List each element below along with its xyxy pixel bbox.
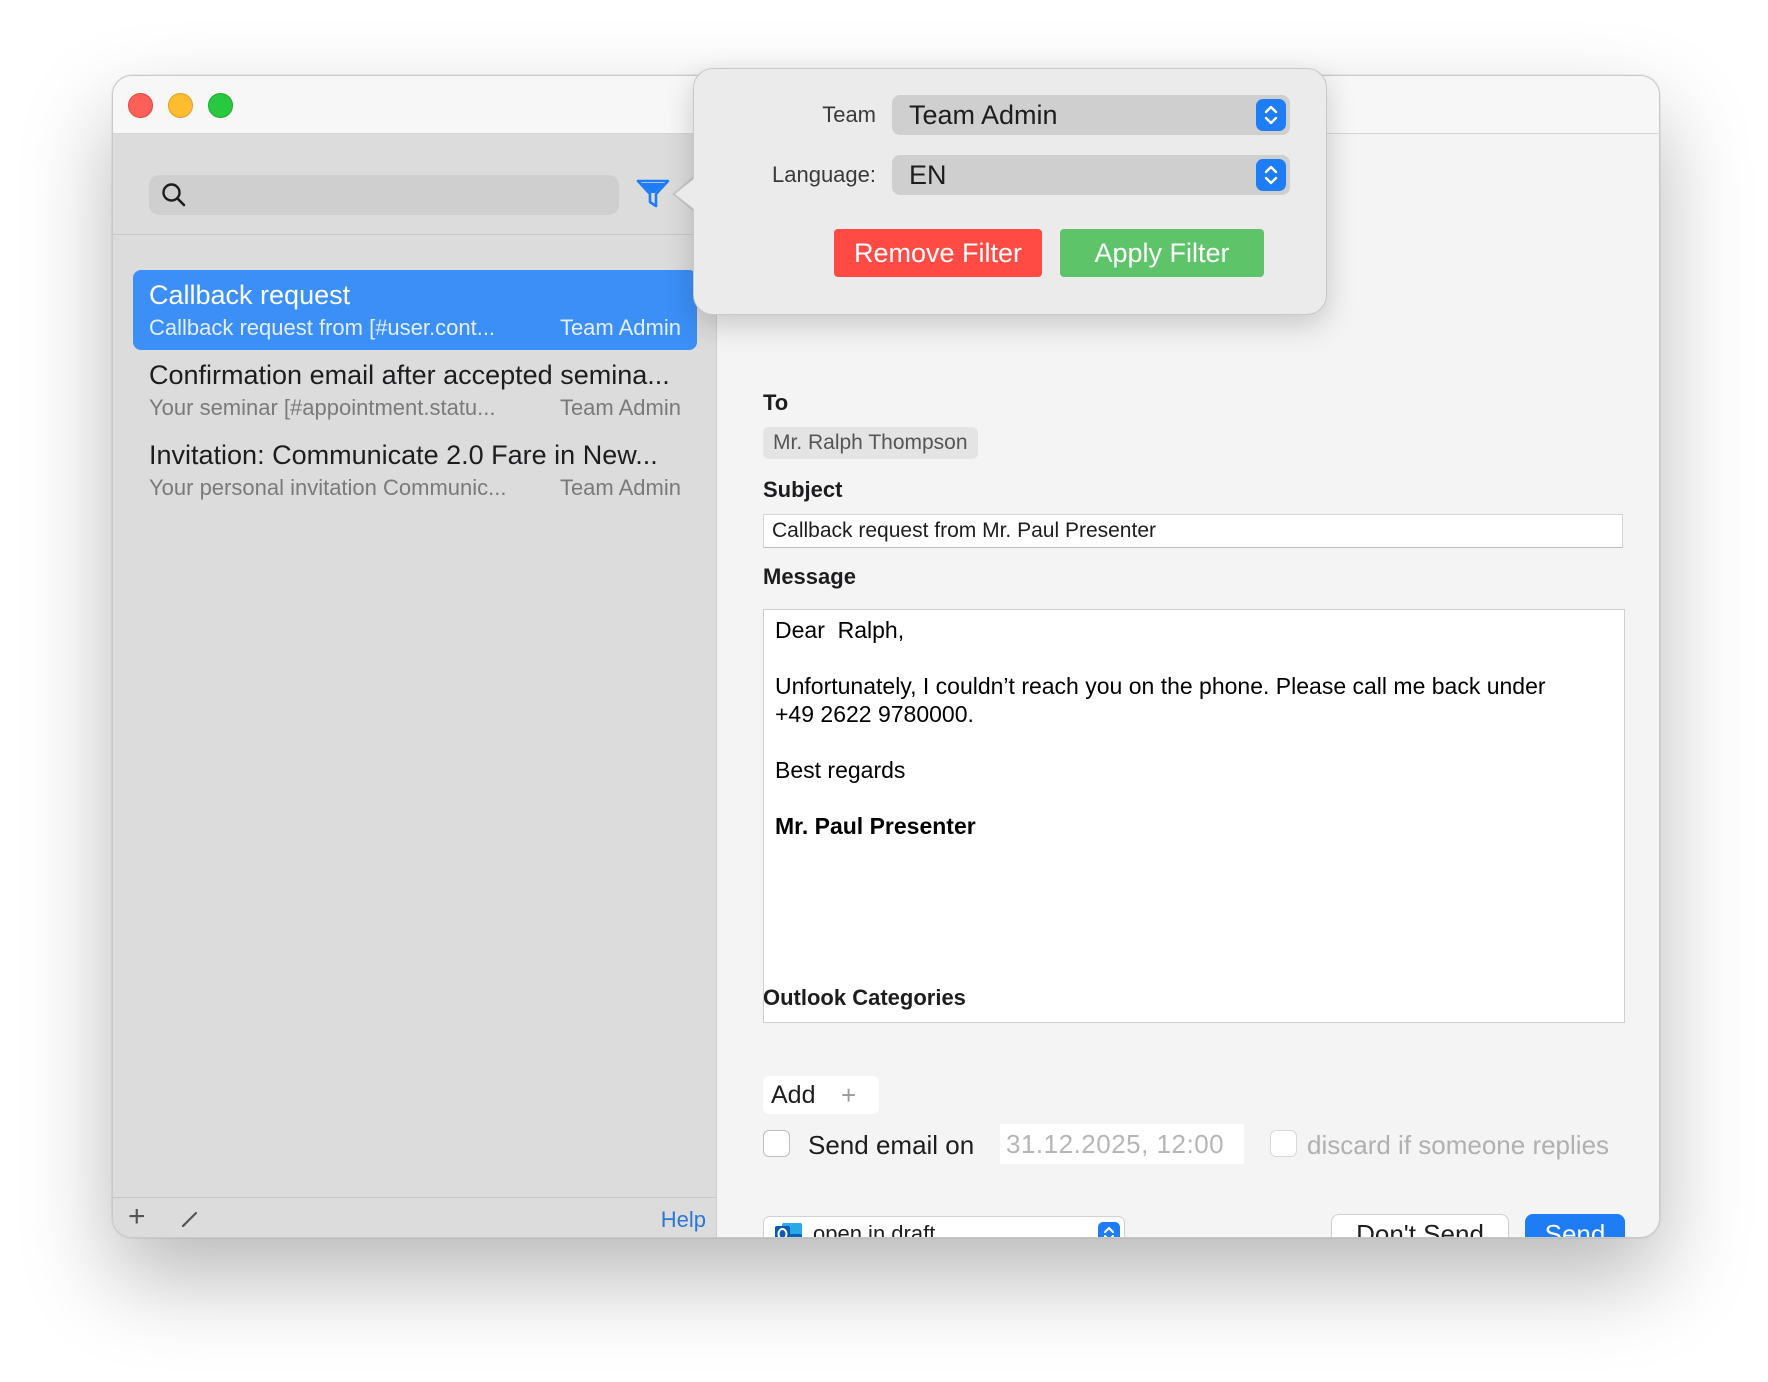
row-team: Team Admin — [559, 475, 681, 500]
add-category-button[interactable]: Add + — [763, 1076, 879, 1114]
help-link[interactable]: Help — [661, 1207, 706, 1233]
outlook-categories-label: Outlook Categories — [763, 985, 966, 1010]
send-button[interactable]: Send — [1525, 1214, 1625, 1237]
row-preview: Your seminar [#appointment.statu... — [149, 395, 496, 420]
search-input[interactable] — [149, 175, 619, 215]
add-template-button[interactable]: + — [128, 1202, 146, 1232]
chevron-updown-icon — [1256, 159, 1286, 191]
apply-filter-button[interactable]: Apply Filter — [1060, 229, 1264, 277]
row-subline: Callback request from [#user.cont... Tea… — [149, 314, 681, 342]
template-list: Callback request Callback request from [… — [133, 270, 697, 510]
row-subline: Your seminar [#appointment.statu... Team… — [149, 394, 681, 422]
zoom-window-button[interactable] — [208, 93, 233, 118]
row-team: Team Admin — [559, 315, 681, 340]
message-body-line: +49 2622 9780000. — [775, 701, 974, 727]
to-label: To — [763, 390, 789, 415]
popover-arrow-fill — [675, 178, 695, 210]
add-category-label: Add — [771, 1081, 816, 1109]
draft-mode-select[interactable]: open in draft — [763, 1216, 1125, 1238]
filter-funnel-icon[interactable] — [636, 178, 670, 210]
discard-label: discard if someone replies — [1307, 1130, 1610, 1160]
sidebar: Callback request Callback request from [… — [113, 134, 717, 1237]
template-row-callback-request[interactable]: Callback request Callback request from [… — [133, 270, 697, 350]
message-editor[interactable]: Dear Ralph, Unfortunately, I couldn’t re… — [763, 609, 1625, 1023]
search-row — [113, 134, 716, 235]
row-title: Confirmation email after accepted semina… — [149, 360, 670, 390]
row-team: Team Admin — [559, 395, 681, 420]
subject-label: Subject — [763, 477, 843, 502]
language-filter-value: EN — [909, 160, 947, 190]
outlook-icon — [775, 1223, 802, 1237]
message-body-line: Unfortunately, I couldn’t reach you on t… — [775, 673, 1546, 699]
chevron-updown-icon — [1256, 99, 1286, 131]
row-subline: Your personal invitation Communic... Tea… — [149, 474, 681, 502]
message-signature: Mr. Paul Presenter — [775, 813, 976, 839]
team-filter-select[interactable]: Team Admin — [892, 95, 1290, 135]
language-filter-select[interactable]: EN — [892, 155, 1290, 195]
language-filter-label: Language: — [772, 162, 876, 187]
send-datetime-field[interactable]: 31.12.2025, 12:00 — [1000, 1124, 1244, 1164]
row-preview: Callback request from [#user.cont... — [149, 315, 496, 340]
pencil-icon[interactable] — [179, 1208, 201, 1230]
close-window-button[interactable] — [128, 93, 153, 118]
discard-checkbox[interactable] — [1270, 1130, 1297, 1157]
row-preview: Your personal invitation Communic... — [149, 475, 507, 500]
remove-filter-button[interactable]: Remove Filter — [834, 229, 1042, 277]
sidebar-footer: + Help — [113, 1197, 716, 1237]
template-row-invitation[interactable]: Invitation: Communicate 2.0 Fare in New.… — [133, 430, 697, 510]
draft-mode-value: open in draft — [813, 1221, 936, 1238]
recipient-token[interactable]: Mr. Ralph Thompson — [763, 427, 978, 459]
send-on-label: Send email on — [808, 1130, 975, 1160]
team-filter-label: Team — [822, 102, 876, 127]
message-closing: Best regards — [775, 757, 906, 783]
team-filter-value: Team Admin — [909, 100, 1058, 130]
row-title: Invitation: Communicate 2.0 Fare in New.… — [149, 440, 658, 470]
search-icon — [162, 183, 186, 207]
subject-field[interactable]: Callback request from Mr. Paul Presenter — [763, 514, 1623, 548]
send-on-checkbox[interactable] — [763, 1130, 790, 1157]
template-row-confirmation-email[interactable]: Confirmation email after accepted semina… — [133, 350, 697, 430]
plus-icon: + — [841, 1080, 857, 1110]
filter-popover: Team Team Admin Language: EN Remove Filt… — [693, 68, 1327, 315]
message-greeting: Dear Ralph, — [775, 617, 905, 643]
dont-send-button[interactable]: Don't Send — [1331, 1214, 1509, 1237]
row-title: Callback request — [149, 280, 351, 310]
chevron-updown-icon — [1098, 1222, 1120, 1237]
message-label: Message — [763, 564, 856, 589]
minimize-window-button[interactable] — [168, 93, 193, 118]
